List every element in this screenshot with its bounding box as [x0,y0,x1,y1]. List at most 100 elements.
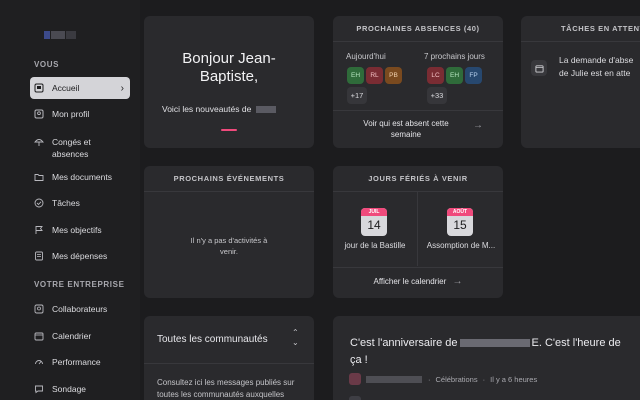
divider [333,267,503,268]
absences-next-more[interactable]: +33 [427,87,447,104]
post-time: Il y a 6 heures [490,374,538,384]
description-line: toutes les communautés auxquelles [157,390,285,399]
welcome-subtitle-text: Voici les nouveautés de [162,104,252,114]
communities-title: Toutes les communautés [157,334,268,345]
arrow-right-icon[interactable]: → [473,120,483,131]
sidebar-item-performance[interactable]: Performance [30,357,130,367]
post-title-end: E. C'est l'heure de [531,337,621,349]
post-title-line2: ça ! [350,354,368,366]
absences-today-avatars: EH RL PB [347,67,404,84]
meta-separator: · [482,374,486,384]
holiday-name: Assomption de M... [426,241,496,250]
holiday-day: 14 [367,218,381,232]
events-title: PROCHAINS ÉVÉNEMENTS [144,166,314,192]
chat-icon [34,384,44,394]
expand-collapse-icon[interactable]: ⌃ ⌄ [292,328,299,348]
folder-icon [34,172,44,182]
holiday-month: AOÛT [447,208,473,216]
divider [144,363,314,364]
calendar-link-text: Afficher le calendrier [373,277,447,286]
holiday-name: jour de la Bastille [344,241,406,250]
holiday-date-tile: JUIL 14 [361,208,387,236]
absences-card: PROCHAINES ABSENCES (40) Aujourd'hui 7 p… [333,16,503,148]
sidebar-item-label: Mes dépenses [52,251,108,261]
post-card: C'est l'anniversaire de E. C'est l'heure … [333,316,640,400]
sidebar-item-accueil[interactable]: Accueil › [30,77,130,99]
profile-icon [34,109,44,119]
task-text-line2: de Julie est en atte [559,68,631,78]
sidebar-item-label: Congés et absences [52,137,91,159]
sidebar: VOUS Accueil › Mon profil Congés et abse… [0,0,140,400]
avatar[interactable]: EH [446,67,463,84]
welcome-greeting: Bonjour Jean-Baptiste, [182,50,276,85]
company-name-redacted [255,106,276,114]
absences-title: PROCHAINES ABSENCES (40) [333,16,503,42]
welcome-card: Bonjour Jean-Baptiste, Voici les nouveau… [144,16,314,148]
welcome-subtitle: Voici les nouveautés de [162,104,276,114]
post-title-start: C'est l'anniversaire de [350,337,458,349]
absences-today-more[interactable]: +17 [347,87,367,104]
avatar[interactable]: PB [385,67,402,84]
events-card: PROCHAINS ÉVÉNEMENTS Il n'y a pas d'acti… [144,166,314,298]
sidebar-item-label: Collaborateurs [52,304,108,314]
home-icon [34,83,44,93]
communities-description: Consultez ici les messages publiés sur t… [157,377,294,400]
calendar-icon [531,60,547,76]
sidebar-item-mon-profil[interactable]: Mon profil [30,109,130,119]
calendar-link[interactable]: Afficher le calendrier → [333,276,503,287]
avatar[interactable]: RL [366,67,383,84]
tasks-card: TÂCHES EN ATTENTE La demande d'abse de J… [521,16,640,148]
sidebar-item-mes-documents[interactable]: Mes documents [30,172,130,182]
section-title-entreprise: VOTRE ENTREPRISE [34,280,125,289]
avatar[interactable]: LC [427,67,444,84]
communities-card: Toutes les communautés ⌃ ⌄ Consultez ici … [144,316,314,400]
sidebar-item-label: Sondage [52,384,87,394]
users-icon [34,304,44,314]
sidebar-item-collaborateurs[interactable]: Collaborateurs [30,304,130,314]
holiday-date-tile: AOÛT 15 [447,208,473,236]
absences-next-avatars: LC EH FP [427,67,484,84]
description-line: Consultez ici les messages publiés sur [157,378,295,387]
avatar[interactable] [349,373,361,385]
task-text-line1: La demande d'abse [559,55,634,65]
absences-next-label: 7 prochains jours [424,52,485,61]
events-empty-message: Il n'y a pas d'activités à venir. [190,236,268,256]
person-name-redacted [459,339,530,348]
holiday-day: 15 [453,218,467,232]
sidebar-item-label: Mes documents [52,172,112,182]
beach-icon [34,137,44,147]
sidebar-item-label: Accueil [52,83,80,93]
avatar[interactable]: FP [465,67,482,84]
sidebar-item-label: Mes objectifs [52,225,102,235]
company-logo[interactable] [44,26,82,39]
holiday-month: JUIL [361,208,387,216]
post-title[interactable]: C'est l'anniversaire de E. C'est l'heure … [350,335,621,369]
sidebar-item-mes-depenses[interactable]: Mes dépenses [30,251,130,261]
absences-today-label: Aujourd'hui [346,52,386,61]
post-category[interactable]: Célébrations [436,375,478,384]
sidebar-item-label: Performance [52,357,101,367]
absences-link[interactable]: Voir qui est absent cette semaine [351,118,461,140]
tasks-title: TÂCHES EN ATTENTE [521,16,640,42]
sidebar-item-label: Mon profil [52,109,90,119]
flag-icon [34,225,44,235]
sidebar-item-label: Calendrier [52,331,92,341]
section-title-vous: VOUS [34,60,60,69]
sidebar-item-mes-objectifs[interactable]: Mes objectifs [30,225,130,235]
sidebar-item-sondage[interactable]: Sondage [30,384,130,394]
meta-separator: · [428,374,431,384]
divider [417,192,418,266]
arrow-right-icon: → [452,276,463,287]
sidebar-item-calendrier[interactable]: Calendrier [30,331,130,341]
sidebar-item-conges[interactable]: Congés et absences [30,136,126,160]
author-name-redacted [366,375,422,383]
avatar[interactable]: EH [347,67,364,84]
gauge-icon [34,357,44,367]
task-item[interactable]: La demande d'abse de Julie est en atte [559,54,633,80]
calendar-icon [34,331,44,341]
holidays-card: JOURS FÉRIÉS À VENIR JUIL 14 jour de la … [333,166,503,298]
sidebar-item-taches[interactable]: Tâches [30,198,130,208]
sidebar-item-label: Tâches [52,198,80,208]
avatar[interactable] [349,396,361,400]
divider [333,110,503,111]
